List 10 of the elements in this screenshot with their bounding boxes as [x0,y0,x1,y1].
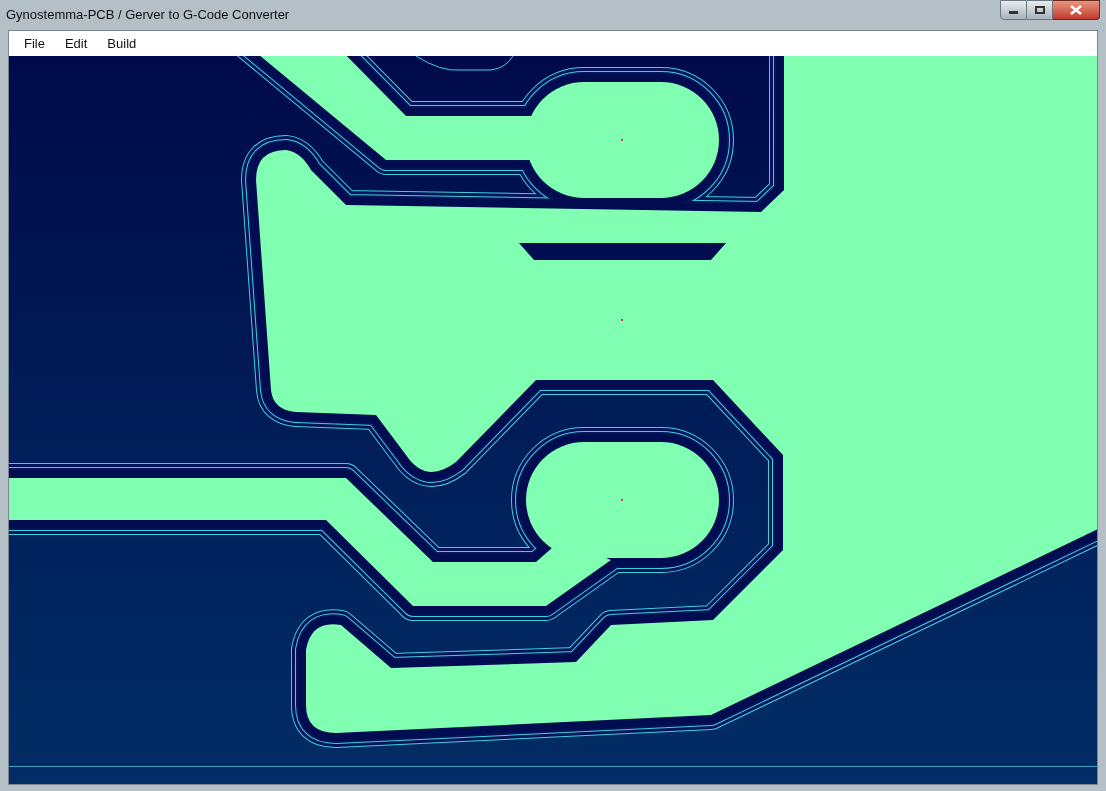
minimize-button[interactable] [1000,0,1027,20]
menu-item[interactable]: Edit [55,33,97,54]
minimize-icon [1009,11,1018,14]
close-icon [1070,5,1082,15]
menu-item[interactable]: Build [98,33,146,54]
window-title: Gynostemma-PCB / Gerver to G-Code Converter [6,6,290,25]
close-button[interactable] [1053,0,1100,20]
maximize-button[interactable] [1027,0,1053,20]
maximize-icon [1034,6,1045,14]
menu-item[interactable]: File [15,33,54,54]
